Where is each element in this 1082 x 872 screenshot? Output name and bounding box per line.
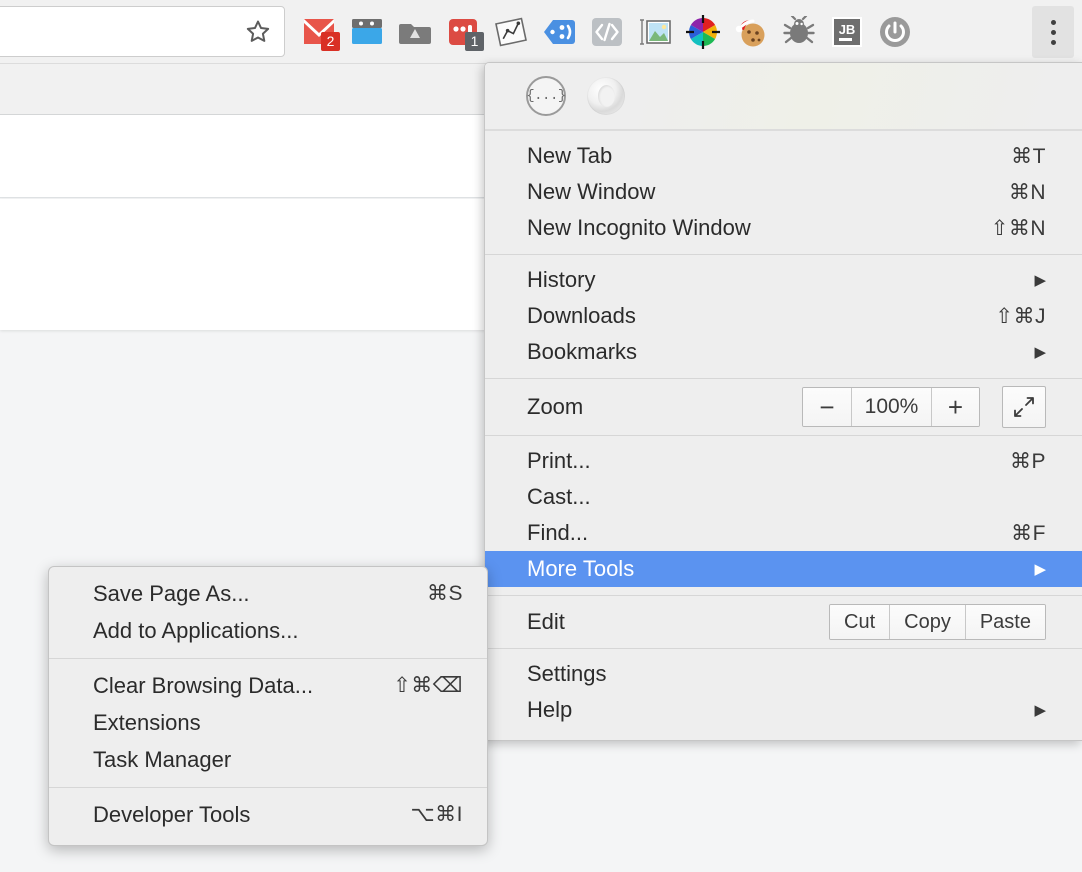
- menu-item-downloads[interactable]: Downloads ⇧⌘J: [485, 298, 1082, 334]
- extension-badge: 2: [321, 32, 340, 51]
- browser-window: 2 1 JB {...} New Tab ⌘T New Window ⌘N Ne…: [0, 0, 1082, 872]
- gray-bug-icon: [783, 16, 815, 44]
- extension-power-extension[interactable]: [876, 13, 914, 51]
- santa-cookie-icon: [735, 19, 765, 47]
- edit-label: Edit: [527, 609, 565, 634]
- picture-frame-icon: [640, 19, 671, 45]
- edit-button-group: Cut Copy Paste: [829, 604, 1046, 640]
- menu-extension-icons-row: {...}: [485, 63, 1082, 129]
- extension-tag-smiley-extension[interactable]: [540, 13, 578, 51]
- chrome-main-menu: {...} New Tab ⌘T New Window ⌘N New Incog…: [484, 62, 1082, 741]
- extension-chart-note-extension[interactable]: [492, 13, 530, 51]
- zoom-label: Zoom: [527, 394, 584, 419]
- paste-button[interactable]: Paste: [964, 605, 1045, 639]
- menu-group-tools: Print... ⌘P Cast... Find... ⌘F More Tool…: [485, 436, 1082, 595]
- three-dots-vertical-icon: [1050, 29, 1056, 35]
- menu-item-bookmarks[interactable]: Bookmarks ▶: [485, 334, 1082, 370]
- menu-item-find[interactable]: Find... ⌘F: [485, 515, 1082, 551]
- three-dots-vertical-icon: [1050, 39, 1056, 45]
- fullscreen-button[interactable]: [1002, 386, 1046, 428]
- jb-toolbox-icon: JB: [832, 17, 862, 47]
- menu-group-browse: History ▶ Downloads ⇧⌘J Bookmarks ▶: [485, 255, 1082, 378]
- bookmark-star-icon[interactable]: [244, 18, 272, 46]
- extension-code-extension[interactable]: [588, 13, 626, 51]
- zoom-out-button[interactable]: −: [803, 388, 851, 426]
- grayscale-ring-icon[interactable]: [585, 75, 627, 117]
- submenu-group-developer: Developer Tools ⌥⌘I: [49, 788, 487, 845]
- three-dots-vertical-icon: [1050, 19, 1056, 25]
- submenu-group-save: Save Page As... ⌘S Add to Applications..…: [49, 567, 487, 658]
- submenu-group-manage: Clear Browsing Data... ⇧⌘⌫ Extensions Ta…: [49, 659, 487, 787]
- menu-item-new-window[interactable]: New Window ⌘N: [485, 174, 1082, 210]
- omnibox[interactable]: [0, 6, 285, 57]
- submenu-item-extensions[interactable]: Extensions: [49, 704, 487, 741]
- svg-text:JB: JB: [839, 22, 856, 37]
- extension-red-dots-extension[interactable]: 1: [444, 13, 484, 51]
- extension-google-drive-extension[interactable]: [396, 13, 434, 51]
- menu-row-edit: Edit Cut Copy Paste: [485, 596, 1082, 648]
- chevron-right-icon: ▶: [1034, 560, 1046, 578]
- menu-group-new: New Tab ⌘T New Window ⌘N New Incognito W…: [485, 131, 1082, 254]
- menu-item-settings[interactable]: Settings: [485, 656, 1082, 692]
- extension-cookie-extension[interactable]: [732, 13, 770, 51]
- extensions-toolbar: 2 1 JB: [300, 0, 914, 64]
- cut-button[interactable]: Cut: [830, 605, 890, 639]
- chrome-menu-button[interactable]: [1032, 6, 1074, 58]
- blue-window-icon: [352, 19, 382, 44]
- extension-gmail-extension[interactable]: 2: [300, 13, 340, 51]
- power-button-icon: [880, 17, 910, 47]
- angle-brackets-slash-icon: [592, 18, 622, 46]
- chevron-right-icon: ▶: [1034, 701, 1046, 719]
- json-viewer-icon[interactable]: {...}: [525, 75, 567, 117]
- menu-item-new-incognito-window[interactable]: New Incognito Window ⇧⌘N: [485, 210, 1082, 246]
- menu-item-history[interactable]: History ▶: [485, 262, 1082, 298]
- submenu-item-save-page-as[interactable]: Save Page As... ⌘S: [49, 575, 487, 612]
- extension-image-extension[interactable]: [636, 13, 674, 51]
- submenu-item-clear-browsing-data[interactable]: Clear Browsing Data... ⇧⌘⌫: [49, 667, 487, 704]
- menu-item-more-tools[interactable]: More Tools ▶: [485, 551, 1082, 587]
- menu-item-cast[interactable]: Cast...: [485, 479, 1082, 515]
- color-wheel-crosshair-icon: [686, 15, 720, 49]
- blue-tag-smiley-icon: [544, 20, 575, 44]
- zoom-level-value: 100%: [851, 388, 931, 426]
- copy-button[interactable]: Copy: [889, 605, 965, 639]
- submenu-item-task-manager[interactable]: Task Manager: [49, 741, 487, 778]
- extension-color-picker-extension[interactable]: [684, 13, 722, 51]
- chart-note-icon: [495, 17, 527, 47]
- submenu-item-add-to-applications[interactable]: Add to Applications...: [49, 612, 487, 649]
- menu-row-zoom: Zoom − 100% +: [485, 379, 1082, 435]
- fullscreen-expand-icon: [1014, 397, 1034, 417]
- extension-bug-extension[interactable]: [780, 13, 818, 51]
- menu-group-settings: Settings Help ▶: [485, 649, 1082, 740]
- browser-toolbar: 2 1 JB: [0, 0, 1082, 64]
- submenu-item-developer-tools[interactable]: Developer Tools ⌥⌘I: [49, 796, 487, 833]
- extension-window-extension[interactable]: [348, 13, 386, 51]
- menu-item-new-tab[interactable]: New Tab ⌘T: [485, 138, 1082, 174]
- zoom-in-button[interactable]: +: [931, 388, 979, 426]
- drive-folder-icon: [399, 24, 431, 44]
- chevron-right-icon: ▶: [1034, 343, 1046, 361]
- menu-item-print[interactable]: Print... ⌘P: [485, 443, 1082, 479]
- extension-jetbrains-extension[interactable]: JB: [828, 13, 866, 51]
- zoom-stepper: − 100% +: [802, 387, 980, 427]
- more-tools-submenu: Save Page As... ⌘S Add to Applications..…: [48, 566, 488, 846]
- menu-item-help[interactable]: Help ▶: [485, 692, 1082, 728]
- address-input[interactable]: [3, 17, 223, 47]
- extension-badge: 1: [465, 32, 484, 51]
- chevron-right-icon: ▶: [1034, 271, 1046, 289]
